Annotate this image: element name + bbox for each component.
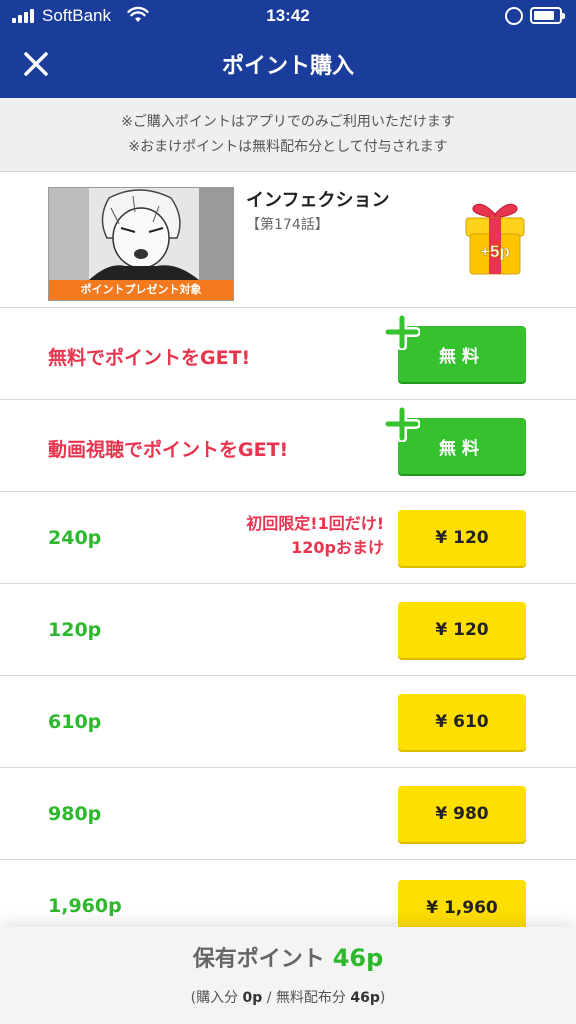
points-amount: 610p bbox=[48, 711, 102, 733]
purchase-row-240p: 240p 初回限定!1回だけ! 120pおまけ ¥ 120 bbox=[0, 492, 576, 584]
plus-icon bbox=[384, 406, 420, 442]
points-breakdown: (購入分 0p / 無料配布分 46p) bbox=[0, 987, 576, 1007]
held-points-label: 保有ポイント bbox=[192, 947, 325, 972]
notice-banner: ※ご購入ポイントはアプリでのみご利用いただけます ※おまけポイントは無料配布分と… bbox=[0, 98, 576, 172]
held-points: 保有ポイント 46p bbox=[0, 941, 576, 973]
comic-episode: 【第174話】 bbox=[246, 217, 329, 233]
battery-icon bbox=[530, 7, 565, 24]
status-bar: SoftBank 13:42 bbox=[0, 0, 576, 32]
free-distributed-value: 46p bbox=[350, 990, 380, 1006]
free-distributed-label: 無料配布分 bbox=[275, 990, 346, 1006]
plus-icon bbox=[384, 314, 420, 350]
comic-title: インフェクション bbox=[246, 190, 390, 211]
orientation-lock-icon bbox=[505, 7, 523, 25]
notice-line-2: ※おまけポイントは無料配布分として付与されます bbox=[128, 139, 448, 155]
purchased-label: 購入分 bbox=[196, 990, 239, 1006]
price-button-120-first[interactable]: ¥ 120 bbox=[398, 510, 526, 566]
purchase-row-120p: 120p ¥ 120 bbox=[0, 584, 576, 676]
promo-line-1: 初回限定!1回だけ! bbox=[246, 514, 384, 533]
points-amount: 120p bbox=[48, 619, 102, 641]
present-target-label: ポイントプレゼント対象 bbox=[49, 280, 233, 300]
manga-panel-image bbox=[49, 188, 233, 280]
video-points-label: 動画視聴でポイントをGET! bbox=[48, 439, 289, 461]
notice-line-1: ※ご購入ポイントはアプリでのみご利用いただけます bbox=[121, 114, 455, 130]
comic-info: ポイントプレゼント対象 インフェクション 【第174話】 +5p bbox=[0, 172, 576, 308]
free-points-row: 無料でポイントをGET! 無料 bbox=[0, 308, 576, 400]
held-points-value: 46p bbox=[332, 944, 384, 972]
points-amount: 980p bbox=[48, 803, 102, 825]
points-amount: 240p bbox=[48, 527, 102, 549]
price-button-610[interactable]: ¥ 610 bbox=[398, 694, 526, 750]
first-time-promo: 初回限定!1回だけ! 120pおまけ bbox=[246, 512, 384, 560]
status-time: 13:42 bbox=[266, 6, 310, 25]
purchase-row-980p: 980p ¥ 980 bbox=[0, 768, 576, 860]
gift-bonus-icon: +5p bbox=[465, 203, 525, 275]
held-points-bar: 保有ポイント 46p (購入分 0p / 無料配布分 46p) bbox=[0, 927, 576, 1024]
battery-fill bbox=[534, 11, 555, 20]
points-amount: 1,960p bbox=[48, 895, 122, 917]
app-header: SoftBank 13:42 ポイント購入 bbox=[0, 0, 576, 98]
purchased-value: 0p bbox=[242, 990, 263, 1006]
price-button-120[interactable]: ¥ 120 bbox=[398, 602, 526, 658]
comic-thumbnail: ポイントプレゼント対象 bbox=[48, 187, 234, 301]
free-points-label: 無料でポイントをGET! bbox=[48, 347, 251, 369]
breakdown-close: ) bbox=[379, 990, 386, 1006]
gift-bonus-label: +5p bbox=[480, 242, 510, 261]
price-button-980[interactable]: ¥ 980 bbox=[398, 786, 526, 842]
page-title: ポイント購入 bbox=[221, 54, 354, 79]
breakdown-separator: / bbox=[262, 990, 276, 1006]
purchase-row-610p: 610p ¥ 610 bbox=[0, 676, 576, 768]
video-points-row: 動画視聴でポイントをGET! 無料 bbox=[0, 400, 576, 492]
promo-line-2: 120pおまけ bbox=[291, 538, 384, 557]
